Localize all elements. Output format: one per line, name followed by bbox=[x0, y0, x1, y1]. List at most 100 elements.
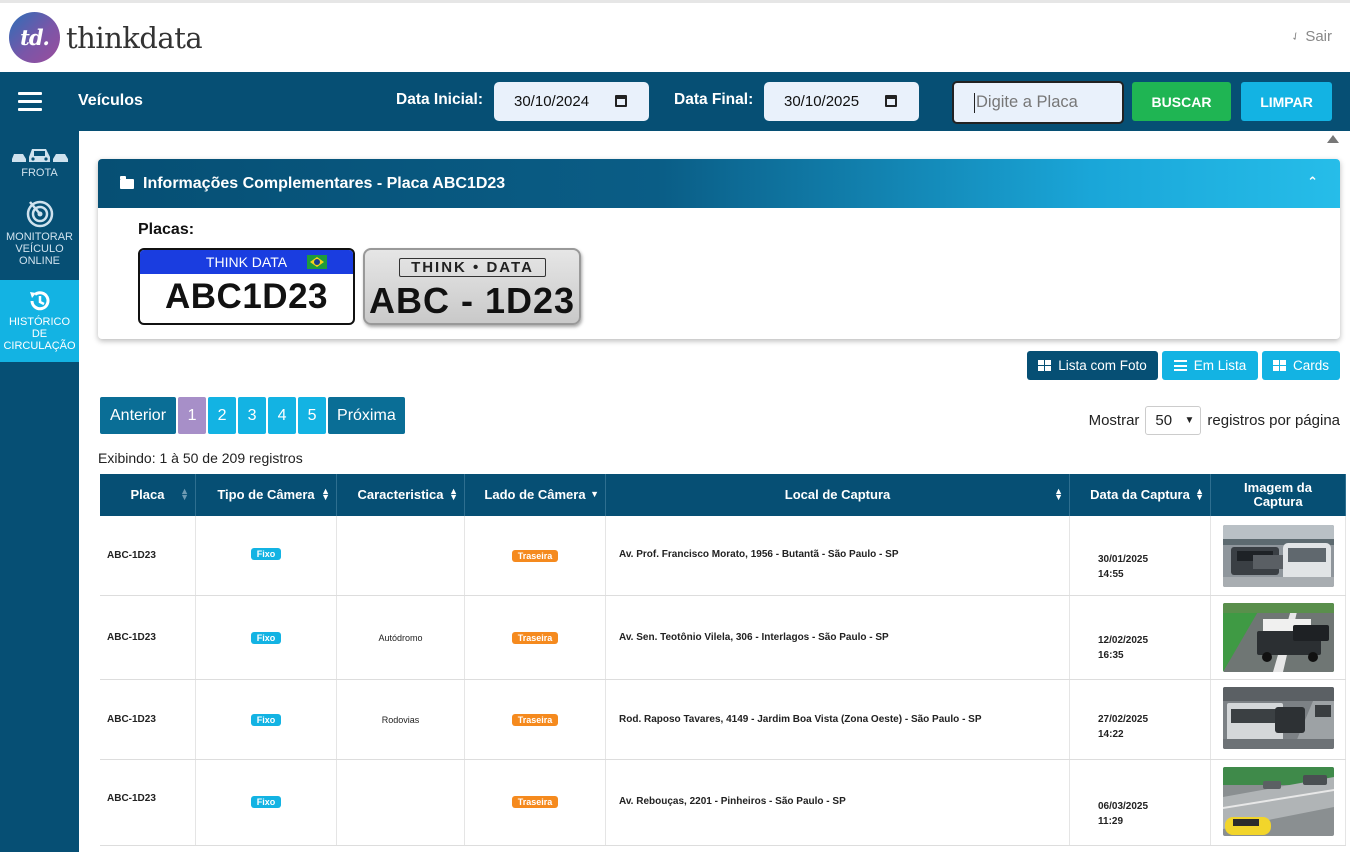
camera-type-badge: Fixo bbox=[250, 796, 282, 808]
history-icon bbox=[29, 291, 49, 311]
sort-icon[interactable]: ▲ ▼ bbox=[1054, 487, 1063, 502]
end-date-label: Data Final: bbox=[674, 91, 754, 108]
capture-image[interactable] bbox=[1223, 687, 1334, 749]
camera-type-badge: Fixo bbox=[250, 631, 282, 644]
mercosul-plate-title: THINK DATA bbox=[205, 254, 288, 270]
sort-icon[interactable]: ▲ ▼ bbox=[321, 487, 330, 502]
cell-imagem bbox=[1211, 680, 1346, 759]
cell-lado: Traseira bbox=[465, 760, 606, 845]
logout-link[interactable]: ✓ Sair bbox=[1288, 28, 1332, 45]
page-button-3[interactable]: 3 bbox=[238, 397, 267, 434]
page-button-2[interactable]: 2 bbox=[208, 397, 237, 434]
column-header-tipo[interactable]: Tipo de Câmera ▲ ▼ bbox=[196, 474, 337, 516]
camera-side-badge: Traseira bbox=[511, 713, 559, 726]
sort-icon[interactable]: ▲ ▼ bbox=[449, 487, 458, 502]
plate-search-input[interactable]: Digite a Placa bbox=[952, 81, 1124, 124]
navbar: Veículos Data Inicial: 30/10/2024 Data F… bbox=[0, 72, 1350, 131]
cell-tipo: Fixo bbox=[196, 596, 337, 679]
sort-icon[interactable]: ▲ ▼ bbox=[180, 487, 189, 502]
table-row[interactable]: ABC-1D23 Fixo Rodovias Traseira Rod. Rap… bbox=[100, 680, 1346, 760]
column-header-label: Lado de Câmera bbox=[484, 487, 586, 502]
logout-icon: ✓ bbox=[1288, 29, 1303, 45]
capture-date: 27/02/2025 bbox=[1098, 713, 1149, 725]
start-date-input[interactable]: 30/10/2024 bbox=[494, 82, 649, 121]
table-row[interactable]: ABC-1D23 Fixo Traseira Av. Rebouças, 220… bbox=[100, 760, 1346, 846]
old-plate-header: THINK • DATA bbox=[399, 258, 546, 277]
capture-image[interactable] bbox=[1223, 603, 1334, 672]
table-row[interactable]: ABC-1D23 Fixo Traseira Av. Prof. Francis… bbox=[100, 516, 1346, 596]
capture-time: 14:55 bbox=[1098, 569, 1124, 580]
cell-data: 06/03/2025 11:29 bbox=[1070, 760, 1211, 845]
page-button-5[interactable]: 5 bbox=[298, 397, 327, 434]
column-header-label: Tipo de Câmera bbox=[217, 487, 315, 502]
sort-desc-icon[interactable]: ▼ bbox=[590, 490, 599, 499]
cell-data: 12/02/2025 16:35 bbox=[1070, 596, 1211, 679]
calendar-icon[interactable] bbox=[615, 95, 627, 107]
prev-page-button[interactable]: Anterior bbox=[100, 397, 177, 434]
info-panel-header[interactable]: Informações Complementares - Placa ABC1D… bbox=[98, 159, 1340, 208]
capture-time: 16:35 bbox=[1098, 649, 1124, 661]
cell-local: Av. Sen. Teotônio Vilela, 306 - Interlag… bbox=[606, 596, 1070, 679]
sidebar-item-monitorar[interactable]: MONITORAR VEÍCULO ONLINE bbox=[0, 199, 79, 269]
end-date-input[interactable]: 30/10/2025 bbox=[764, 82, 919, 121]
sidebar-item-historico[interactable]: HISTÓRICO DE CIRCULAÇÃO bbox=[0, 280, 79, 362]
cell-tipo: Fixo bbox=[196, 760, 337, 845]
column-header-caracteristica[interactable]: Caracteristica ▲ ▼ bbox=[337, 474, 465, 516]
cell-imagem bbox=[1211, 596, 1346, 679]
capture-image[interactable] bbox=[1223, 525, 1334, 587]
page-button-4[interactable]: 4 bbox=[268, 397, 297, 434]
cards-icon bbox=[1272, 360, 1286, 371]
clear-button[interactable]: LIMPAR bbox=[1241, 82, 1332, 121]
next-page-button[interactable]: Próxima bbox=[328, 397, 405, 434]
column-header-imagem: Imagem da Captura bbox=[1211, 474, 1346, 516]
search-button[interactable]: BUSCAR bbox=[1132, 82, 1231, 121]
brand-logo[interactable]: td. thinkdata bbox=[9, 12, 203, 63]
view-photo-list-label: Lista com Foto bbox=[1058, 358, 1147, 373]
cell-lado: Traseira bbox=[465, 596, 606, 679]
menu-icon[interactable] bbox=[18, 92, 42, 111]
cell-caracteristica: Autódromo bbox=[337, 596, 465, 679]
info-panel: Informações Complementares - Placa ABC1D… bbox=[98, 159, 1340, 339]
table-row[interactable]: ABC-1D23 Fixo Autódromo Traseira Av. Sen… bbox=[100, 596, 1346, 680]
column-header-local[interactable]: Local de Captura ▲ ▼ bbox=[606, 474, 1070, 516]
scroll-up-arrow-icon[interactable] bbox=[1327, 135, 1339, 143]
old-plate-number: ABC - 1D23 bbox=[368, 280, 576, 321]
column-header-data[interactable]: Data da Captura ▲ ▼ bbox=[1070, 474, 1211, 516]
mercosul-plate-header: THINK DATA bbox=[140, 250, 353, 274]
camera-side-badge: Traseira bbox=[511, 796, 559, 808]
column-header-lado[interactable]: Lado de Câmera ▼ bbox=[465, 474, 606, 516]
calendar-icon[interactable] bbox=[885, 95, 897, 107]
end-date-value: 30/10/2025 bbox=[784, 93, 860, 110]
page-size-select[interactable]: 50 ▼ bbox=[1145, 406, 1202, 435]
page-button-1[interactable]: 1 bbox=[178, 397, 207, 434]
cell-imagem bbox=[1211, 760, 1346, 845]
cell-local: Av. Rebouças, 2201 - Pinheiros - São Pau… bbox=[606, 760, 1070, 845]
chevron-up-icon[interactable]: ⌃ bbox=[1307, 174, 1318, 190]
view-list-label: Em Lista bbox=[1193, 358, 1247, 373]
view-list-button[interactable]: Em Lista bbox=[1162, 351, 1258, 380]
sidebar-item-frota[interactable]: FROTA bbox=[0, 145, 79, 185]
page-size-suffix: registros por página bbox=[1207, 412, 1340, 429]
view-photo-list-button[interactable]: Lista com Foto bbox=[1027, 351, 1158, 380]
plate-search-placeholder: Digite a Placa bbox=[976, 93, 1078, 111]
records-summary: Exibindo: 1 à 50 de 209 registros bbox=[98, 450, 303, 466]
brazil-flag-icon bbox=[307, 255, 327, 269]
cell-imagem bbox=[1211, 516, 1346, 595]
list-icon bbox=[1173, 360, 1187, 371]
info-panel-title: Informações Complementares - Placa ABC1D… bbox=[143, 174, 506, 192]
view-cards-button[interactable]: Cards bbox=[1262, 351, 1340, 380]
cell-data: 30/01/2025 14:55 bbox=[1070, 516, 1211, 595]
text-caret bbox=[974, 92, 975, 113]
logout-label: Sair bbox=[1305, 28, 1332, 45]
column-header-placa[interactable]: Placa ▲ ▼ bbox=[100, 474, 196, 516]
column-header-label: Placa bbox=[130, 487, 165, 502]
camera-side-badge: Traseira bbox=[511, 550, 559, 562]
cell-caracteristica: Rodovias bbox=[337, 680, 465, 759]
capture-image[interactable] bbox=[1223, 767, 1334, 836]
plates-label: Placas: bbox=[138, 221, 195, 238]
cars-icon bbox=[11, 149, 68, 162]
cell-placa: ABC-1D23 bbox=[100, 680, 196, 759]
sort-icon[interactable]: ▲ ▼ bbox=[1195, 487, 1204, 502]
cell-data: 27/02/2025 14:22 bbox=[1070, 680, 1211, 759]
cell-lado: Traseira bbox=[465, 680, 606, 759]
